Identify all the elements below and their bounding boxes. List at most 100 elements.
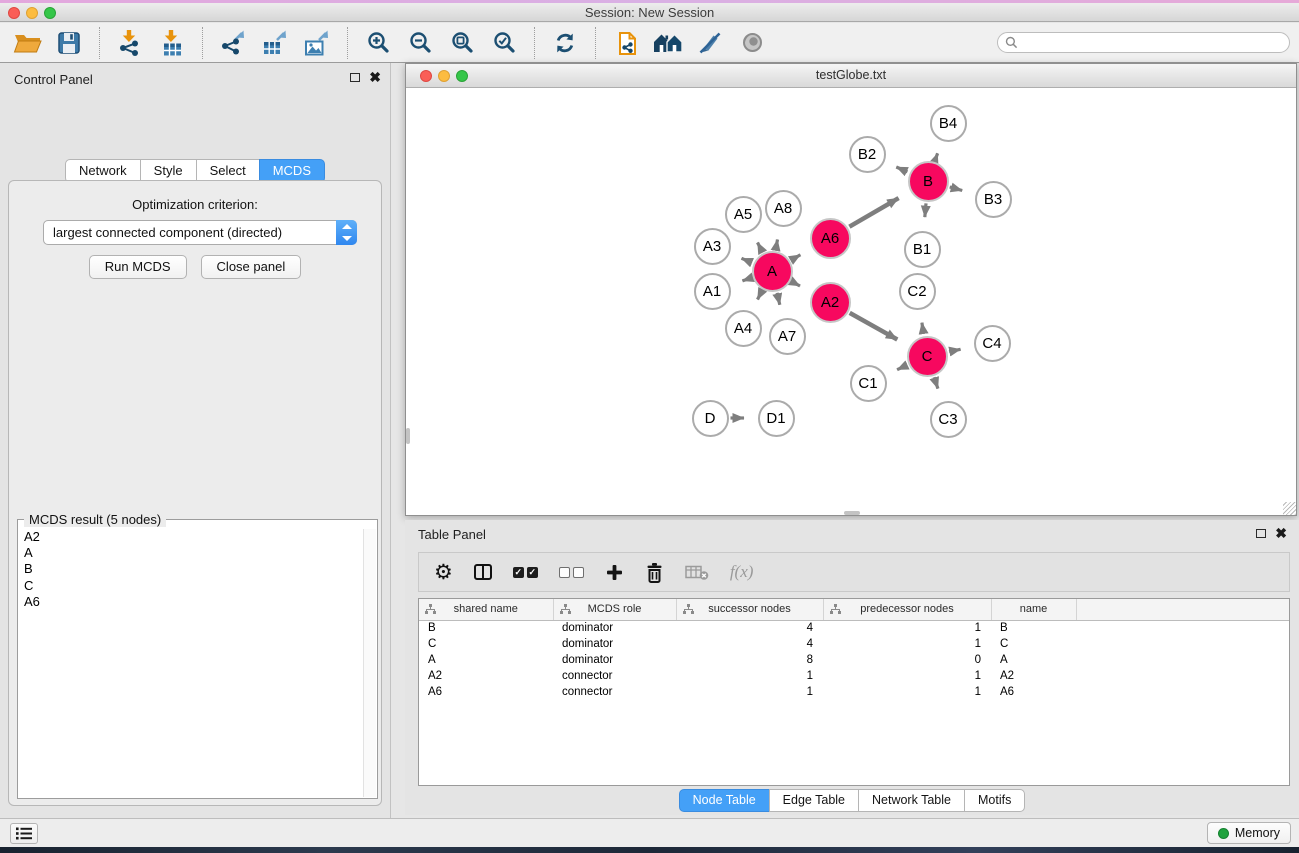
mcds-result-item[interactable]: A2 xyxy=(19,529,363,545)
table-cell: B xyxy=(991,620,1076,636)
deselect-all-checkboxes-icon[interactable] xyxy=(559,567,584,578)
window-resize-grip[interactable] xyxy=(1283,502,1296,515)
import-table-icon[interactable] xyxy=(151,26,193,60)
toolbar-separator xyxy=(99,27,100,59)
table-settings-icon[interactable]: ⚙ xyxy=(434,562,453,582)
horizontal-scrollbar-thumb[interactable] xyxy=(844,511,860,515)
graph-node-C1[interactable]: C1 xyxy=(850,365,887,402)
export-image-icon[interactable] xyxy=(296,26,338,60)
graph-node-C3[interactable]: C3 xyxy=(930,401,967,438)
column-header-name[interactable]: name xyxy=(991,599,1076,620)
mcds-result-item[interactable]: A xyxy=(19,545,363,561)
show-columns-icon[interactable] xyxy=(474,564,492,580)
table-cell: 1 xyxy=(676,668,823,684)
table-row[interactable]: Adominator80A xyxy=(419,652,1289,668)
close-panel-button[interactable]: Close panel xyxy=(201,255,302,279)
column-header-shared-name[interactable]: shared name xyxy=(419,599,553,620)
mcds-result-item[interactable]: A6 xyxy=(19,594,363,610)
column-header-filler xyxy=(1076,599,1289,620)
zoom-fit-icon[interactable] xyxy=(441,26,483,60)
open-file-icon[interactable] xyxy=(6,26,48,60)
mcds-result-box: MCDS result (5 nodes) A2ABCA6 xyxy=(17,519,378,799)
table-row[interactable]: A6connector11A6 xyxy=(419,684,1289,700)
tab-network-table[interactable]: Network Table xyxy=(858,789,965,812)
column-header-predecessor-nodes[interactable]: predecessor nodes xyxy=(823,599,991,620)
search-input[interactable] xyxy=(997,32,1290,53)
main-toolbar xyxy=(0,23,1299,63)
column-header-MCDS-role[interactable]: MCDS role xyxy=(553,599,676,620)
zoom-in-icon[interactable] xyxy=(357,26,399,60)
float-panel-icon[interactable] xyxy=(1256,529,1266,538)
control-panel-window-controls: ✖ xyxy=(350,72,381,82)
graph-edge-B-B2 xyxy=(896,167,907,172)
home-view-icon[interactable] xyxy=(647,26,689,60)
add-row-icon[interactable] xyxy=(605,563,624,582)
duplicate-network-icon[interactable] xyxy=(605,26,647,60)
close-panel-icon[interactable]: ✖ xyxy=(369,72,381,82)
graph-node-A[interactable]: A xyxy=(752,251,793,292)
optimization-criterion-label: Optimization criterion: xyxy=(9,197,381,212)
graph-node-C[interactable]: C xyxy=(907,336,948,377)
graph-node-A1[interactable]: A1 xyxy=(694,273,731,310)
memory-button[interactable]: Memory xyxy=(1207,822,1291,844)
show-preview-eye-icon[interactable] xyxy=(731,26,773,60)
table-panel-window-controls: ✖ xyxy=(1256,528,1287,538)
table-cell-filler xyxy=(1076,620,1289,636)
graph-node-C4[interactable]: C4 xyxy=(974,325,1011,362)
table-cell: A6 xyxy=(419,684,553,700)
hide-labels-icon[interactable] xyxy=(689,26,731,60)
optimization-criterion-dropdown[interactable]: largest connected component (directed) xyxy=(43,220,357,245)
float-panel-icon[interactable] xyxy=(350,73,360,82)
graph-node-B1[interactable]: B1 xyxy=(904,231,941,268)
mcds-result-item[interactable]: B xyxy=(19,561,363,577)
delete-table-icon[interactable] xyxy=(685,564,709,581)
run-mcds-button[interactable]: Run MCDS xyxy=(89,255,187,279)
import-network-icon[interactable] xyxy=(109,26,151,60)
table-cell: dominator xyxy=(553,652,676,668)
graph-node-A8[interactable]: A8 xyxy=(765,190,802,227)
save-session-icon[interactable] xyxy=(48,26,90,60)
network-window-titlebar[interactable]: testGlobe.txt xyxy=(406,64,1296,88)
graph-edge-A-A8 xyxy=(776,240,778,249)
network-view-window: testGlobe.txt A A6 A2 B C A5A8 A3 A1A4A7 B2 B4 B3 B… xyxy=(405,63,1297,516)
graph-node-A6[interactable]: A6 xyxy=(810,218,851,259)
export-table-icon[interactable] xyxy=(254,26,296,60)
network-canvas[interactable]: A A6 A2 B C A5A8 A3 A1A4A7 B2 B4 B3 B1 C2 C1 C4 C3 D D1 xyxy=(406,88,1296,515)
table-cell: 1 xyxy=(823,620,991,636)
zoom-out-icon[interactable] xyxy=(399,26,441,60)
graph-node-B[interactable]: B xyxy=(908,161,949,202)
graph-node-A3[interactable]: A3 xyxy=(694,228,731,265)
graph-node-B3[interactable]: B3 xyxy=(975,181,1012,218)
control-panel: Control Panel ✖ NetworkStyleSelectMCDS O… xyxy=(0,63,391,818)
graph-node-D1[interactable]: D1 xyxy=(758,400,795,437)
tab-edge-table[interactable]: Edge Table xyxy=(769,789,859,812)
column-header-successor-nodes[interactable]: successor nodes xyxy=(676,599,823,620)
export-network-icon[interactable] xyxy=(212,26,254,60)
main-titlebar: Session: New Session xyxy=(0,3,1299,22)
graph-node-A5[interactable]: A5 xyxy=(725,196,762,233)
table-row[interactable]: Bdominator41B xyxy=(419,620,1289,636)
graph-node-B4[interactable]: B4 xyxy=(930,105,967,142)
graph-node-C2[interactable]: C2 xyxy=(899,273,936,310)
mcds-result-item[interactable]: C xyxy=(19,578,363,594)
function-builder-icon[interactable]: f(x) xyxy=(730,562,754,582)
delete-row-trash-icon[interactable] xyxy=(645,562,664,583)
table-cell: C xyxy=(991,636,1076,652)
tab-node-table[interactable]: Node Table xyxy=(679,789,770,812)
task-history-button[interactable] xyxy=(10,823,38,844)
graph-node-A2[interactable]: A2 xyxy=(810,282,851,323)
refresh-layout-icon[interactable] xyxy=(544,26,586,60)
zoom-selected-icon[interactable] xyxy=(483,26,525,60)
table-row[interactable]: Cdominator41C xyxy=(419,636,1289,652)
graph-node-D[interactable]: D xyxy=(692,400,729,437)
table-row[interactable]: A2connector11A2 xyxy=(419,668,1289,684)
graph-node-A7[interactable]: A7 xyxy=(769,318,806,355)
graph-node-A4[interactable]: A4 xyxy=(725,310,762,347)
close-panel-icon[interactable]: ✖ xyxy=(1275,528,1287,538)
vertical-scrollbar-thumb[interactable] xyxy=(406,428,410,444)
result-list-scrollbar[interactable] xyxy=(363,529,376,797)
graph-node-B2[interactable]: B2 xyxy=(849,136,886,173)
table-cell: A2 xyxy=(991,668,1076,684)
select-all-checkboxes-icon[interactable]: ✓✓ xyxy=(513,567,538,578)
tab-motifs[interactable]: Motifs xyxy=(964,789,1025,812)
